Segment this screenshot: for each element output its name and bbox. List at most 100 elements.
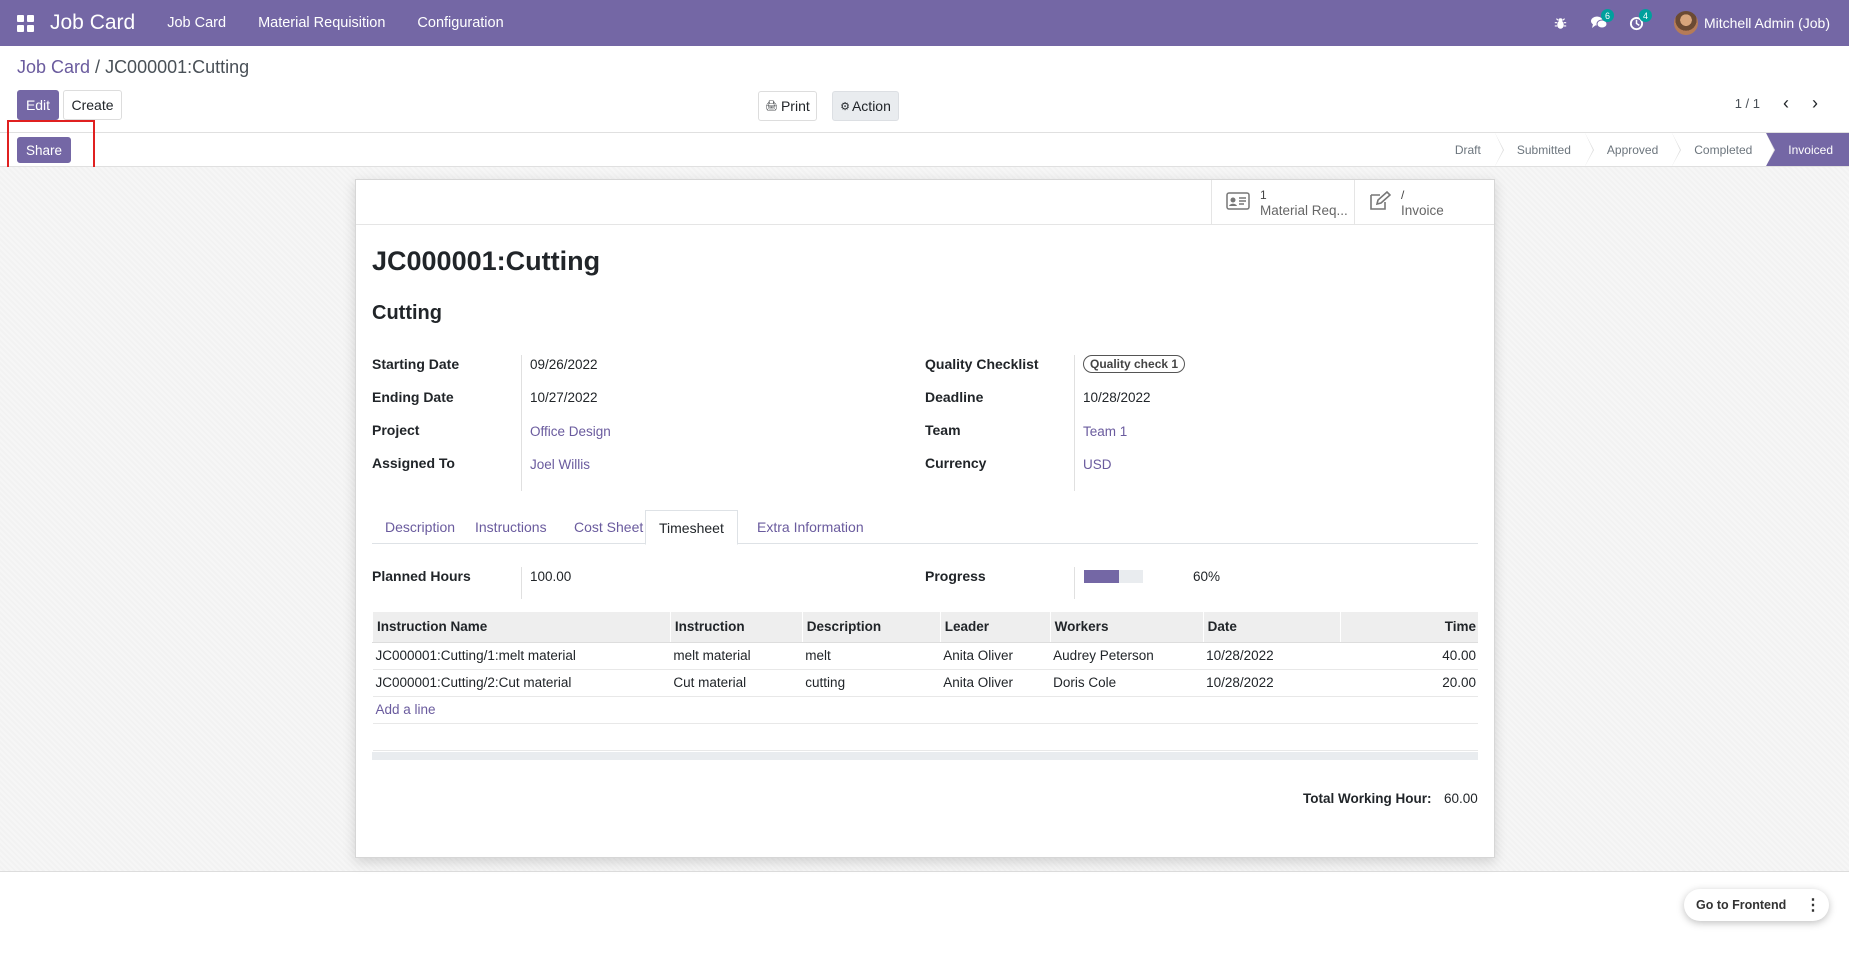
table-row[interactable]: JC000001:Cutting/2:Cut material Cut mate…	[372, 669, 1478, 697]
status-steps: Draft Submitted Approved Completed Invoi…	[1433, 133, 1849, 166]
apps-menu-icon[interactable]	[0, 0, 50, 46]
column-header[interactable]: Time	[1339, 612, 1478, 643]
create-button[interactable]: Create	[63, 90, 122, 120]
column-header[interactable]: Instruction Name	[372, 612, 671, 643]
tab-instructions[interactable]: Instructions	[462, 510, 560, 544]
table-cell: Doris Cole	[1050, 669, 1204, 697]
timesheet-table: Instruction Name Instruction Description…	[372, 612, 1478, 751]
menu-material-requisition[interactable]: Material Requisition	[258, 15, 385, 31]
column-header[interactable]: Description	[801, 612, 941, 643]
column-header[interactable]: Date	[1202, 612, 1341, 643]
status-submitted[interactable]: Submitted	[1495, 133, 1594, 166]
menu-job-card[interactable]: Job Card	[167, 15, 226, 31]
column-header[interactable]: Leader	[939, 612, 1051, 643]
currency-label: Currency	[925, 455, 987, 471]
left-field-separator	[521, 355, 522, 491]
table-cell: 40.00	[1340, 642, 1478, 670]
table-row[interactable]: JC000001:Cutting/1:melt material melt ma…	[372, 642, 1478, 670]
right-field-separator	[1074, 355, 1075, 491]
action-button[interactable]: ⚙ Action	[832, 91, 899, 121]
messages-chat-icon[interactable]: 6	[1580, 0, 1618, 46]
progress-separator	[1074, 567, 1075, 599]
table-cell: Audrey Peterson	[1050, 642, 1204, 670]
planned-separator	[521, 567, 522, 599]
go-to-frontend-button[interactable]: Go to Frontend	[1696, 898, 1786, 912]
tab-timesheet[interactable]: Timesheet	[645, 510, 738, 545]
planned-hours-field[interactable]: 100.00	[530, 569, 571, 584]
edit-pencil-icon	[1369, 190, 1392, 214]
team-link[interactable]: Team 1	[1083, 424, 1127, 439]
table-cell: 20.00	[1340, 669, 1478, 697]
quality-checklist-field[interactable]: Quality check 1	[1083, 355, 1186, 373]
activities-clock-icon[interactable]: 4	[1618, 0, 1656, 46]
user-avatar	[1673, 11, 1698, 35]
table-cell: Cut material	[670, 669, 803, 697]
action-label: Action	[851, 98, 891, 114]
record-title: JC000001:Cutting	[372, 246, 601, 276]
status-approved[interactable]: Approved	[1585, 133, 1682, 166]
project-label: Project	[372, 422, 420, 438]
table-header-row: Instruction Name Instruction Description…	[372, 612, 1478, 643]
progress-bar	[1084, 570, 1143, 583]
print-button[interactable]: 🖨 Print	[758, 91, 817, 121]
form-sheet: 1 Material Req... / Invoice JC000001:Cut…	[355, 179, 1495, 858]
material-label: Material Req...	[1260, 202, 1348, 218]
print-label: Print	[780, 98, 810, 114]
table-cell: melt material	[670, 642, 803, 670]
smart-button-box: 1 Material Req... / Invoice	[356, 180, 1494, 225]
assigned-to-link[interactable]: Joel Willis	[530, 457, 590, 472]
status-bar: Share Draft Submitted Approved Completed…	[0, 132, 1849, 167]
more-options-icon[interactable]: ⋮	[1801, 893, 1825, 917]
table-footer-bar	[372, 752, 1478, 760]
ending-date-label: Ending Date	[372, 389, 454, 405]
breadcrumb-parent[interactable]: Job Card	[17, 57, 90, 77]
add-a-line-link[interactable]: Add a line	[376, 702, 436, 717]
project-link[interactable]: Office Design	[530, 424, 611, 439]
starting-date-label: Starting Date	[372, 356, 460, 372]
invoice-value: /	[1401, 187, 1405, 202]
app-brand[interactable]: Job Card	[50, 11, 135, 35]
table-cell: cutting	[802, 669, 941, 697]
quality-check-tag[interactable]: Quality check 1	[1083, 355, 1186, 373]
table-cell: Anita Oliver	[940, 669, 1051, 697]
pager-next-icon[interactable]: ›	[1812, 93, 1818, 114]
progress-percent: 60%	[1193, 569, 1221, 584]
messages-badge: 6	[1600, 9, 1614, 22]
pager-value[interactable]: 1 / 1	[1735, 96, 1760, 111]
edit-button[interactable]: Edit	[17, 90, 59, 120]
table-cell: JC000001:Cutting/2:Cut material	[372, 669, 671, 697]
assigned-to-label: Assigned To	[372, 455, 455, 471]
status-completed[interactable]: Completed	[1672, 133, 1776, 166]
table-cell: Anita Oliver	[940, 642, 1051, 670]
total-working-hour-value: 60.00	[1444, 791, 1478, 806]
debug-bug-icon[interactable]	[1542, 0, 1580, 46]
starting-date-field[interactable]: 09/26/2022	[530, 357, 598, 372]
pager-previous-icon[interactable]: ‹	[1783, 93, 1789, 114]
column-header[interactable]: Workers	[1049, 612, 1204, 643]
menu-configuration[interactable]: Configuration	[417, 15, 503, 31]
invoice-smart-button[interactable]: / Invoice	[1354, 180, 1496, 225]
total-working-hour-label: Total Working Hour:	[1303, 791, 1432, 806]
team-label: Team	[925, 422, 961, 438]
material-requisition-smart-button[interactable]: 1 Material Req...	[1211, 180, 1354, 225]
breadcrumb-separator: /	[90, 57, 106, 77]
status-invoiced[interactable]: Invoiced	[1766, 133, 1849, 166]
currency-link[interactable]: USD	[1083, 457, 1112, 472]
status-draft[interactable]: Draft	[1433, 133, 1504, 166]
ending-date-field[interactable]: 10/27/2022	[530, 390, 598, 405]
table-cell: 10/28/2022	[1203, 669, 1341, 697]
deadline-field[interactable]: 10/28/2022	[1083, 390, 1151, 405]
add-line-row: Add a line	[372, 696, 1478, 724]
deadline-label: Deadline	[925, 389, 984, 405]
column-header[interactable]: Instruction	[669, 612, 803, 643]
breadcrumb-current: JC000001:Cutting	[105, 57, 250, 77]
tab-description[interactable]: Description	[372, 510, 468, 544]
progress-fill	[1084, 570, 1120, 583]
user-menu[interactable]: Mitchell Admin (Job)	[1673, 11, 1830, 35]
tab-cost-sheet[interactable]: Cost Sheet	[561, 510, 656, 544]
id-card-icon	[1226, 192, 1250, 213]
table-cell: JC000001:Cutting/1:melt material	[372, 642, 671, 670]
progress-label: Progress	[925, 568, 986, 584]
tab-extra-information[interactable]: Extra Information	[744, 510, 877, 544]
breadcrumb: Job Card / JC000001:Cutting	[17, 57, 249, 78]
